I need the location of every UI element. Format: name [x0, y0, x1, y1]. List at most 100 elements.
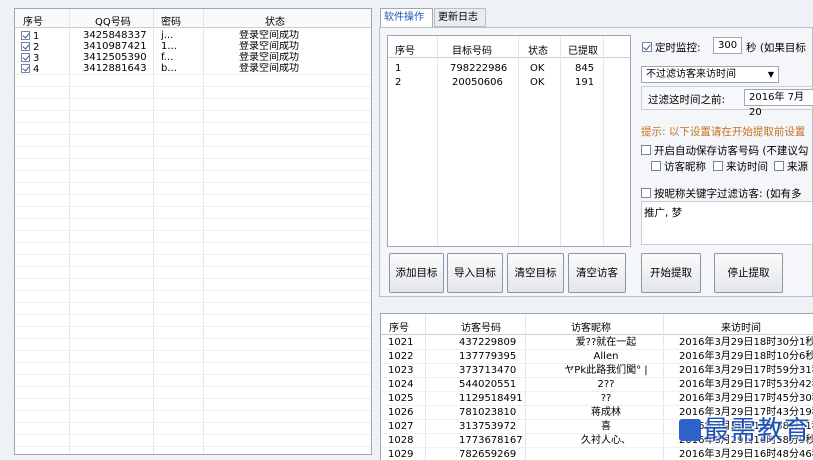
account-list[interactable]: 序号 QQ号码 密码 状态 1 3425848337 j... 登录空间成功 2 3410… — [14, 8, 372, 455]
cell-nickname: ?? — [600, 393, 612, 404]
cell-visitor-qq: 437229809 — [459, 337, 517, 348]
grid-line — [15, 194, 371, 195]
save-source-label: 来源 — [787, 161, 808, 173]
col-header-extracted[interactable]: 已提取 — [568, 42, 598, 57]
row-select[interactable]: 4 — [21, 63, 39, 74]
watermark-text: 最需教育 — [702, 416, 811, 446]
table-row[interactable]: 1021 437229809 爱??就在一起 2016年3月29日18时30分1秒 — [381, 336, 813, 350]
cell-no: 1024 — [388, 379, 414, 390]
stop-extract-button[interactable]: 停止提取 — [714, 253, 783, 293]
cell-no: 1028 — [388, 435, 414, 446]
keyword-filter-checkbox[interactable] — [641, 188, 651, 198]
save-nickname-checkbox[interactable] — [651, 161, 661, 171]
timer-label: 定时监控: — [655, 42, 701, 54]
table-row[interactable]: 2 20050606 OK 191 — [388, 76, 630, 90]
keyword-filter-option[interactable]: 按昵称关键字过滤访客: (如有多 — [641, 186, 801, 201]
clear-visitor-button[interactable]: 清空访客 — [568, 253, 626, 293]
col-header-no[interactable]: 序号 — [395, 42, 415, 57]
chevron-down-icon: ▼ — [767, 70, 774, 79]
import-target-button[interactable]: 导入目标 — [447, 253, 503, 293]
row-select[interactable]: 2 — [21, 41, 39, 52]
grid-line — [15, 74, 371, 75]
auto-save-label: 开启自动保存访客号码 (不建议勾 — [654, 145, 809, 157]
cell-extracted: 845 — [575, 63, 595, 74]
tab-software-ops[interactable]: 软件操作 — [380, 8, 433, 27]
grid-line — [15, 122, 371, 123]
auto-save-checkbox[interactable] — [641, 145, 651, 155]
tab-update-log[interactable]: 更新日志 — [434, 8, 486, 27]
time-filter-value: 不过滤访客来访时间 — [646, 69, 736, 80]
col-header-no[interactable]: 序号 — [389, 319, 409, 334]
time-filter-select[interactable]: 不过滤访客来访时间 ▼ — [641, 66, 779, 83]
table-row[interactable]: 1029 782659269 2016年3月29日16时48分46秒 — [381, 448, 813, 460]
col-header-visitor-qq[interactable]: 访客号码 — [461, 319, 501, 334]
grid-line — [15, 266, 371, 267]
cell-no: 2 — [395, 77, 402, 88]
col-header-nickname[interactable]: 访客昵称 — [571, 319, 611, 334]
table-row[interactable]: 1022 137779395 Allen 2016年3月29日18时10分6秒 — [381, 350, 813, 364]
cell-nickname: 久衬人心、 — [581, 435, 631, 446]
table-row[interactable]: 3 3412505390 f... 登录空间成功 — [15, 52, 371, 63]
table-row[interactable]: 1 798222986 OK 845 — [388, 62, 630, 76]
col-header-target-number[interactable]: 目标号码 — [452, 42, 492, 57]
cell-status: 登录空间成功 — [239, 63, 299, 74]
grid-line — [15, 146, 371, 147]
table-row[interactable]: 1023 373713470 ヤPk此路我们闖° | 2016年3月29日17时59分… — [381, 364, 813, 378]
keywords-textarea[interactable]: 推广, 梦 — [641, 201, 813, 245]
table-row[interactable]: 1025 1129518491?? 2016年3月29日17时45分30秒 — [381, 392, 813, 406]
cell-password: j... — [161, 30, 174, 41]
filter-date-input[interactable]: 2016年 7月20 — [744, 89, 813, 118]
save-time-checkbox[interactable] — [713, 161, 723, 171]
row-checkbox[interactable] — [21, 64, 30, 73]
start-extract-button[interactable]: 开始提取 — [641, 253, 701, 293]
cell-visit-time: 2016年3月29日18时10分6秒 — [679, 351, 813, 362]
cell-no: 1 — [395, 63, 402, 74]
timer-monitor-option[interactable]: 定时监控: — [642, 40, 701, 55]
cell-no: 3 — [33, 53, 40, 63]
timer-seconds-input[interactable]: 300 — [713, 37, 742, 54]
auto-save-option[interactable]: 开启自动保存访客号码 (不建议勾 — [641, 143, 808, 158]
col-header-password[interactable]: 密码 — [161, 13, 181, 28]
cell-target-number: 20050606 — [452, 77, 503, 88]
row-checkbox[interactable] — [21, 42, 30, 51]
grid-line — [15, 242, 371, 243]
col-header-no[interactable]: 序号 — [23, 13, 43, 28]
cell-no: 1025 — [388, 393, 414, 404]
row-checkbox[interactable] — [21, 31, 30, 40]
col-header-status[interactable]: 状态 — [265, 13, 285, 28]
table-row[interactable]: 2 3410987421 1... 登录空间成功 — [15, 41, 371, 52]
clear-target-button[interactable]: 清空目标 — [507, 253, 564, 293]
grid-line — [15, 134, 371, 135]
save-source-option[interactable]: 来源 — [774, 159, 808, 174]
timer-checkbox[interactable] — [642, 42, 652, 52]
grid-line — [15, 110, 371, 111]
grid-line — [15, 98, 371, 99]
col-header-qq[interactable]: QQ号码 — [95, 13, 131, 28]
cell-visitor-qq: 373713470 — [459, 365, 517, 376]
cell-no: 1026 — [388, 407, 414, 418]
cell-nickname: 爱??就在一起 — [575, 337, 637, 348]
save-time-option[interactable]: 来访时间 — [713, 159, 768, 174]
grid-line — [15, 278, 371, 279]
add-target-button[interactable]: 添加目标 — [389, 253, 444, 293]
row-select[interactable]: 3 — [21, 52, 39, 63]
table-row[interactable]: 1 3425848337 j... 登录空间成功 — [15, 30, 371, 41]
cell-visitor-qq: 137779395 — [459, 351, 517, 362]
table-row[interactable]: 4 3412881643 b... 登录空间成功 — [15, 63, 371, 74]
filter-before-label: 过滤这时间之前: — [648, 94, 726, 106]
grid-line — [15, 230, 371, 231]
cell-no: 1023 — [388, 365, 414, 376]
col-header-visit-time[interactable]: 来访时间 — [721, 319, 761, 334]
row-select[interactable]: 1 — [21, 30, 39, 41]
cell-visit-time: 2016年3月29日18时30分1秒 — [679, 337, 813, 348]
grid-line — [153, 9, 154, 454]
col-header-state[interactable]: 状态 — [528, 42, 548, 57]
row-checkbox[interactable] — [21, 53, 30, 62]
cell-qq: 3425848337 — [83, 30, 147, 41]
save-nickname-option[interactable]: 访客昵称 — [651, 159, 706, 174]
cell-visitor-qq: 782659269 — [459, 449, 517, 460]
cell-status: 登录空间成功 — [239, 52, 299, 63]
table-row[interactable]: 1024 544020551 2?? 2016年3月29日17时53分42秒 — [381, 378, 813, 392]
target-list[interactable]: 序号 目标号码 状态 已提取 1 798222986 OK 845 2 2005… — [387, 35, 631, 247]
save-source-checkbox[interactable] — [774, 161, 784, 171]
